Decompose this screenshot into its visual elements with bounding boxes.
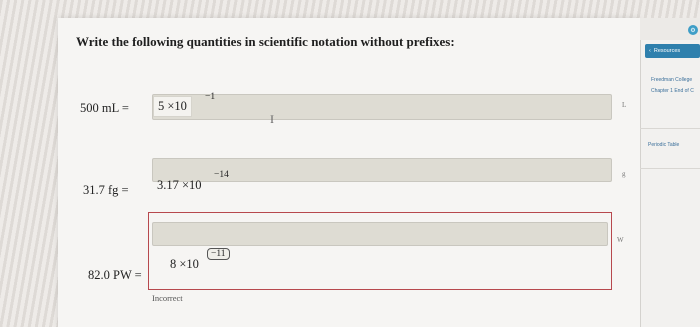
resources-label: Resources	[653, 48, 681, 54]
row1-mantissa[interactable]: 5 ×10	[153, 96, 192, 117]
row3-answer-field[interactable]	[152, 222, 608, 246]
sidebar-divider	[640, 128, 700, 129]
row2-side-letter: g	[622, 170, 626, 178]
sidebar-link-chapter[interactable]: Chapter 1 End of C	[651, 88, 694, 94]
sidebar	[640, 18, 700, 327]
question-title: Write the following quantities in scient…	[76, 34, 455, 49]
row3-side-letter: W	[617, 236, 624, 244]
row1-answer-field[interactable]	[152, 94, 612, 120]
row1-exponent[interactable]: −1	[205, 92, 215, 102]
chevron-left-icon: ‹	[649, 48, 651, 54]
row3-label: 82.0 PW =	[88, 268, 142, 282]
row3-exponent-box[interactable]: −11	[207, 248, 230, 260]
sidebar-divider	[640, 168, 700, 169]
row1-label: 500 mL =	[80, 101, 129, 115]
row1-side-letter: L	[622, 101, 627, 109]
sidebar-link-periodic-table[interactable]: Periodic Table	[648, 142, 679, 148]
row2-mantissa[interactable]: 3.17 ×10	[153, 176, 206, 195]
incorrect-status: Incorrect	[152, 293, 183, 303]
row2-exponent[interactable]: −14	[214, 170, 229, 180]
text-cursor-icon: I	[270, 112, 274, 126]
sidebar-link-college[interactable]: Freedman College	[651, 77, 692, 83]
settings-icon[interactable]: ⚙	[688, 25, 698, 35]
row2-label: 31.7 fg =	[83, 183, 129, 197]
resources-button[interactable]: ‹ Resources	[645, 44, 700, 58]
row3-mantissa[interactable]: 8 ×10	[166, 255, 203, 274]
